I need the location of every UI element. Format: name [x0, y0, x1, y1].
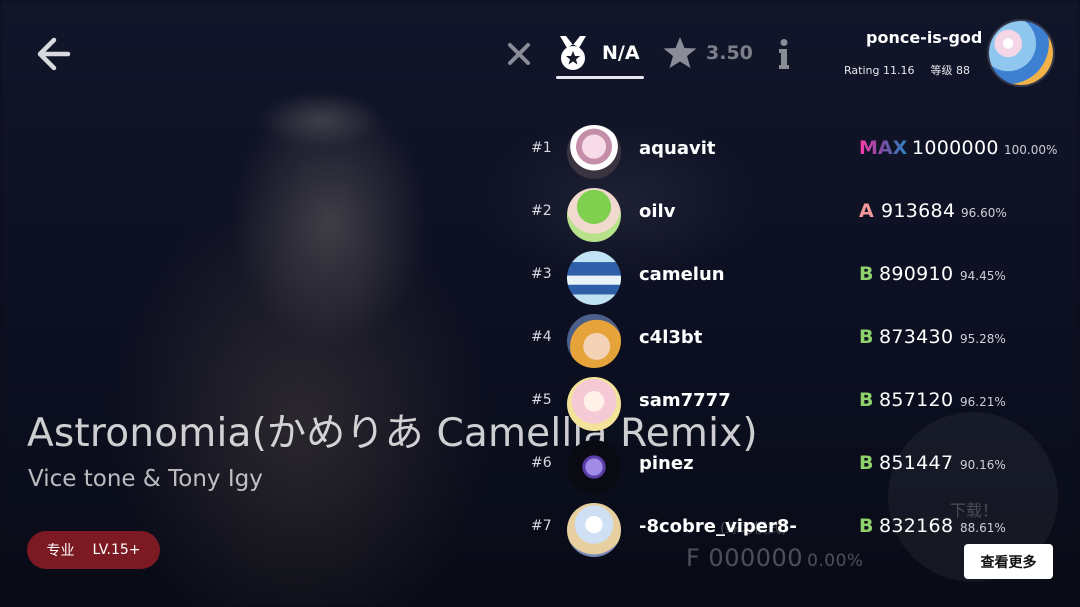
back-button[interactable] — [34, 34, 74, 74]
difficulty-badge[interactable]: 专业 LV.15+ — [27, 531, 160, 569]
active-tab-underline — [556, 76, 644, 79]
leaderboard-row[interactable]: #2 oilv A 913684 96.60% — [520, 185, 1080, 242]
close-icon — [508, 43, 530, 65]
grade-label: B — [859, 263, 874, 285]
player-name: c4l3bt — [639, 327, 703, 348]
accuracy-value: 94.45% — [960, 269, 1006, 283]
player-avatar — [567, 377, 621, 431]
rank-label: #7 — [531, 518, 552, 534]
player-name: pinez — [639, 453, 694, 474]
player-name: sam7777 — [639, 390, 731, 411]
score-value: 890910 — [879, 263, 954, 285]
player-avatar — [567, 188, 621, 242]
grade-label: B — [859, 389, 874, 411]
score-value: 857120 — [879, 389, 954, 411]
player-name: aquavit — [639, 138, 716, 159]
score-value: 913684 — [881, 200, 956, 222]
rank-label: #5 — [531, 392, 552, 408]
tab-medal[interactable]: N/A — [556, 34, 640, 72]
player-avatar — [567, 440, 621, 494]
tab-rating[interactable]: 3.50 — [662, 36, 753, 70]
score-value: 1000000 — [912, 137, 999, 159]
accuracy-value: 100.00% — [1004, 143, 1058, 157]
user-avatar[interactable] — [989, 21, 1053, 85]
rank-label: #4 — [531, 329, 552, 345]
leaderboard-row[interactable]: #6 pinez B 851447 90.16% — [520, 437, 1080, 494]
accuracy-value: 90.16% — [960, 458, 1006, 472]
player-avatar — [567, 503, 621, 557]
arrow-left-icon — [37, 37, 71, 71]
rank-label: #6 — [531, 455, 552, 471]
leaderboard-row[interactable]: #1 aquavit MAX 1000000 100.00% — [520, 122, 1080, 179]
score-value: 832168 — [879, 515, 954, 537]
player-avatar — [567, 251, 621, 305]
info-icon — [779, 39, 789, 69]
grade-label: B — [859, 326, 874, 348]
rank-label: #2 — [531, 203, 552, 219]
rank-label: #3 — [531, 266, 552, 282]
user-rating: Rating 11.16 — [844, 64, 915, 77]
difficulty-name: 专业 — [46, 543, 75, 559]
score-value: 873430 — [879, 326, 954, 348]
view-more-button[interactable]: 查看更多 — [964, 544, 1053, 579]
difficulty-level: LV.15+ — [92, 542, 141, 558]
accuracy-value: 95.28% — [960, 332, 1006, 346]
accuracy-value: 88.61% — [960, 521, 1006, 535]
medal-icon — [560, 36, 586, 70]
leaderboard-row[interactable]: #4 c4l3bt B 873430 95.28% — [520, 311, 1080, 368]
score-value: 851447 — [879, 452, 954, 474]
grade-label: MAX — [859, 137, 908, 159]
player-avatar — [567, 314, 621, 368]
leaderboard-row[interactable]: #5 sam7777 B 857120 96.21% — [520, 374, 1080, 431]
leaderboard-row[interactable]: #3 camelun B 890910 94.45% — [520, 248, 1080, 305]
grade-label: B — [859, 452, 874, 474]
player-avatar — [567, 125, 621, 179]
accuracy-value: 96.60% — [961, 206, 1007, 220]
accuracy-value: 96.21% — [960, 395, 1006, 409]
tab-close[interactable] — [505, 40, 533, 68]
user-stats: Rating 11.16 等级 88 — [844, 62, 986, 78]
rating-tab-label: 3.50 — [706, 42, 753, 64]
player-name: camelun — [639, 264, 725, 285]
tab-info[interactable] — [776, 38, 792, 70]
grade-label: B — [859, 515, 874, 537]
user-name: ponce-is-god — [866, 28, 983, 47]
player-name: -8cobre_viper8- — [639, 516, 797, 537]
user-level: 等级 88 — [930, 64, 970, 77]
medal-tab-label: N/A — [602, 42, 640, 64]
player-name: oilv — [639, 201, 676, 222]
star-icon — [663, 37, 697, 68]
grade-label: A — [859, 200, 874, 222]
rank-label: #1 — [531, 140, 552, 156]
song-artist: Vice tone & Tony Igy — [28, 466, 263, 492]
